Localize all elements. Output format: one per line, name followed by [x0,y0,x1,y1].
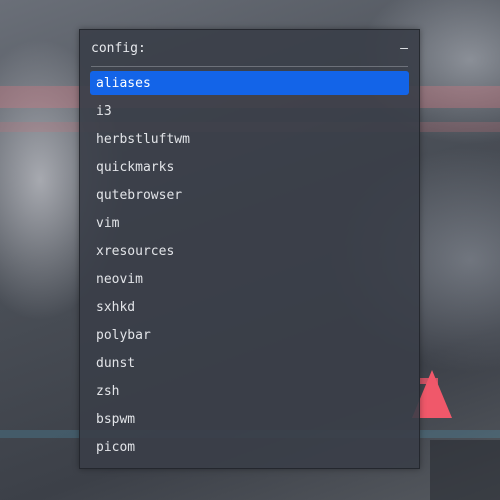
list-item-qutebrowser[interactable]: qutebrowser [90,183,409,207]
wallpaper-shadow [430,440,500,500]
list-item-polybar[interactable]: polybar [90,323,409,347]
prompt-row: config: – [91,40,408,67]
prompt-label: config: [91,41,146,56]
list-item-label: picom [96,439,136,455]
list-item-label: i3 [96,103,112,119]
config-launcher-menu: config: – aliases i3 herbstluftwm quickmark… [79,29,420,469]
list-item-label: xresources [96,243,175,259]
list-item-label: aliases [96,75,151,91]
list-item-bspwm[interactable]: bspwm [90,407,409,431]
config-list: aliases i3 herbstluftwm quickmarks qutebrows… [90,71,409,463]
list-item-dunst[interactable]: dunst [90,351,409,375]
search-input[interactable] [151,40,388,62]
list-item-label: quickmarks [96,159,175,175]
list-item-label: sxhkd [96,299,136,315]
list-item-label: polybar [96,327,151,343]
list-item-i3[interactable]: i3 [90,99,409,123]
list-item-label: bspwm [96,411,136,427]
minimize-icon[interactable]: – [400,41,408,56]
list-item-picom[interactable]: picom [90,435,409,459]
list-item-sxhkd[interactable]: sxhkd [90,295,409,319]
list-item-label: neovim [96,271,143,287]
list-item-aliases[interactable]: aliases [90,71,409,95]
list-item-xresources[interactable]: xresources [90,239,409,263]
list-item-label: qutebrowser [96,187,183,203]
list-item-label: vim [96,215,120,231]
wallpaper-bar-accent [420,378,438,384]
list-item-label: herbstluftwm [96,131,190,147]
list-item-label: dunst [96,355,136,371]
list-item-neovim[interactable]: neovim [90,267,409,291]
list-item-herbstluftwm[interactable]: herbstluftwm [90,127,409,151]
list-item-label: zsh [96,383,120,399]
list-item-zsh[interactable]: zsh [90,379,409,403]
list-item-quickmarks[interactable]: quickmarks [90,155,409,179]
list-item-vim[interactable]: vim [90,211,409,235]
